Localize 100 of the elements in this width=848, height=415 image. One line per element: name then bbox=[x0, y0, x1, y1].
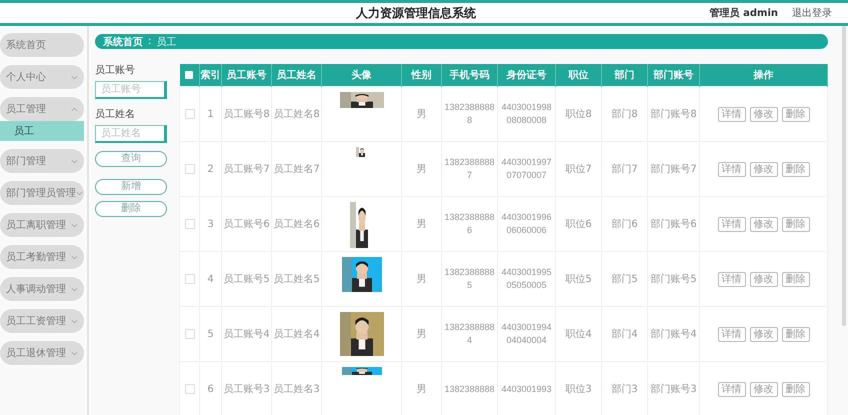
column-header: 性别 bbox=[402, 64, 442, 86]
sidebar-item[interactable]: 人事调动管理 bbox=[0, 277, 84, 301]
table-cell: 员工姓名5 bbox=[272, 252, 322, 306]
column-header: 员工姓名 bbox=[272, 64, 322, 86]
row-action-button[interactable]: 修改 bbox=[750, 162, 778, 176]
sidebar-subitem[interactable]: 员工 bbox=[0, 121, 84, 141]
row-action-button[interactable]: 修改 bbox=[750, 382, 778, 396]
table-cell: 员工账号6 bbox=[222, 196, 272, 252]
table-cell: 13823888885 bbox=[442, 252, 498, 306]
sidebar-item[interactable]: 系统首页 bbox=[0, 33, 84, 57]
table-cell: 部门7 bbox=[602, 142, 648, 196]
sidebar-item[interactable]: 部门管理员管理 bbox=[0, 181, 84, 205]
table-cell: 部门账号7 bbox=[648, 142, 700, 196]
table-cell: 职位6 bbox=[556, 196, 602, 252]
field-label: 员工姓名 bbox=[95, 108, 136, 121]
app-title: 人力资源管理信息系统 bbox=[356, 4, 476, 22]
scrollbar[interactable] bbox=[842, 26, 846, 326]
table-cell: 部门8 bbox=[602, 86, 648, 142]
row-action-button[interactable]: 删除 bbox=[782, 216, 810, 232]
table-cell: 职位7 bbox=[556, 142, 602, 196]
table-cell: 男 bbox=[402, 252, 442, 306]
table-cell: 440300199505050005 bbox=[498, 252, 556, 306]
action-button[interactable]: 查询 bbox=[95, 151, 167, 167]
table-cell: 男 bbox=[402, 306, 442, 362]
table-cell: 440300199606060006 bbox=[498, 196, 556, 252]
table-cell: 员工姓名8 bbox=[272, 86, 322, 142]
table-cell: 员工姓名6 bbox=[272, 196, 322, 252]
select-all-checkbox[interactable] bbox=[185, 70, 194, 79]
table-cell: 职位8 bbox=[556, 86, 602, 142]
sidebar-item[interactable]: 个人中心 bbox=[0, 65, 84, 89]
table-cell: 员工账号3 bbox=[222, 362, 272, 415]
table-cell: 员工账号7 bbox=[222, 142, 272, 196]
column-header: 职位 bbox=[556, 64, 602, 86]
action-button[interactable]: 新增 bbox=[95, 179, 167, 195]
breadcrumb-current: 员工 bbox=[156, 36, 176, 48]
breadcrumb-link[interactable]: 系统首页 bbox=[103, 34, 143, 48]
row-action-button[interactable]: 修改 bbox=[750, 272, 778, 286]
row-checkbox[interactable] bbox=[184, 218, 194, 229]
row-action-button[interactable]: 详情 bbox=[718, 272, 746, 286]
field-label: 员工账号 bbox=[95, 64, 136, 77]
table-cell: 职位4 bbox=[556, 306, 602, 362]
table-cell: 部门5 bbox=[602, 252, 648, 306]
row-action-button[interactable]: 修改 bbox=[750, 106, 778, 122]
table-cell: 13823888887 bbox=[442, 142, 498, 196]
search-field[interactable]: 员工账号 bbox=[95, 81, 167, 99]
table-cell: 部门账号3 bbox=[648, 362, 700, 415]
table-cell: 4 bbox=[200, 252, 222, 306]
sidebar-item[interactable]: 员工考勤管理 bbox=[0, 245, 84, 269]
breadcrumb-separator: : bbox=[148, 36, 152, 47]
table-cell: 2 bbox=[200, 142, 222, 196]
table-cell: 员工姓名3 bbox=[272, 362, 322, 415]
table-cell: 部门账号6 bbox=[648, 196, 700, 252]
column-header: 部门 bbox=[602, 64, 648, 86]
column-header: 索引 bbox=[200, 64, 222, 86]
sidebar-item[interactable]: 员工工资管理 bbox=[0, 309, 84, 333]
table-cell: 男 bbox=[402, 86, 442, 142]
row-action-button[interactable]: 详情 bbox=[718, 382, 746, 396]
row-action-button[interactable]: 删除 bbox=[782, 162, 810, 176]
table-cell: 部门账号5 bbox=[648, 252, 700, 306]
row-checkbox[interactable] bbox=[184, 108, 194, 119]
row-checkbox[interactable] bbox=[184, 328, 194, 339]
table-cell: 部门6 bbox=[602, 196, 648, 252]
row-action-button[interactable]: 删除 bbox=[782, 382, 810, 396]
table-cell: 13823888888 bbox=[442, 86, 498, 142]
table-cell: 员工姓名7 bbox=[272, 142, 322, 196]
table-cell: 男 bbox=[402, 196, 442, 252]
row-action-button[interactable]: 删除 bbox=[782, 326, 810, 342]
row-action-button[interactable]: 详情 bbox=[718, 216, 746, 232]
table-cell: 员工账号5 bbox=[222, 252, 272, 306]
row-action-button[interactable]: 详情 bbox=[718, 326, 746, 342]
action-button[interactable]: 删除 bbox=[95, 201, 167, 217]
search-field[interactable]: 员工姓名 bbox=[95, 125, 167, 143]
row-action-button[interactable]: 修改 bbox=[750, 216, 778, 232]
row-checkbox[interactable] bbox=[184, 164, 194, 174]
table-cell: 部门账号8 bbox=[648, 86, 700, 142]
column-header: 身份证号 bbox=[498, 64, 556, 86]
table-cell: 员工账号4 bbox=[222, 306, 272, 362]
sidebar-item[interactable]: 部门管理 bbox=[0, 149, 84, 173]
column-header: 员工账号 bbox=[222, 64, 272, 86]
row-checkbox[interactable] bbox=[184, 274, 194, 284]
row-action-button[interactable]: 修改 bbox=[750, 326, 778, 342]
table-cell: 440300199808080008 bbox=[498, 86, 556, 142]
table-cell: 13823888884 bbox=[442, 306, 498, 362]
row-action-button[interactable]: 详情 bbox=[718, 162, 746, 176]
table-cell: 13823888886 bbox=[442, 196, 498, 252]
row-action-button[interactable]: 删除 bbox=[782, 106, 810, 122]
sidebar-item[interactable]: 员工管理 bbox=[0, 97, 84, 121]
row-action-button[interactable]: 详情 bbox=[718, 106, 746, 122]
logout-link[interactable]: 退出登录 bbox=[792, 6, 832, 20]
user-name: 管理员 admin bbox=[710, 6, 778, 20]
table-cell: 440300199707070007 bbox=[498, 142, 556, 196]
sidebar-item[interactable]: 员工离职管理 bbox=[0, 213, 84, 237]
table-cell: 1 bbox=[200, 86, 222, 142]
table-cell: 5 bbox=[200, 306, 222, 362]
column-header: 头像 bbox=[322, 64, 402, 86]
column-header: 部门账号 bbox=[648, 64, 700, 86]
row-action-button[interactable]: 删除 bbox=[782, 272, 810, 286]
column-header: 操作 bbox=[700, 64, 828, 86]
row-checkbox[interactable] bbox=[184, 384, 194, 394]
sidebar-item[interactable]: 员工退休管理 bbox=[0, 341, 84, 365]
